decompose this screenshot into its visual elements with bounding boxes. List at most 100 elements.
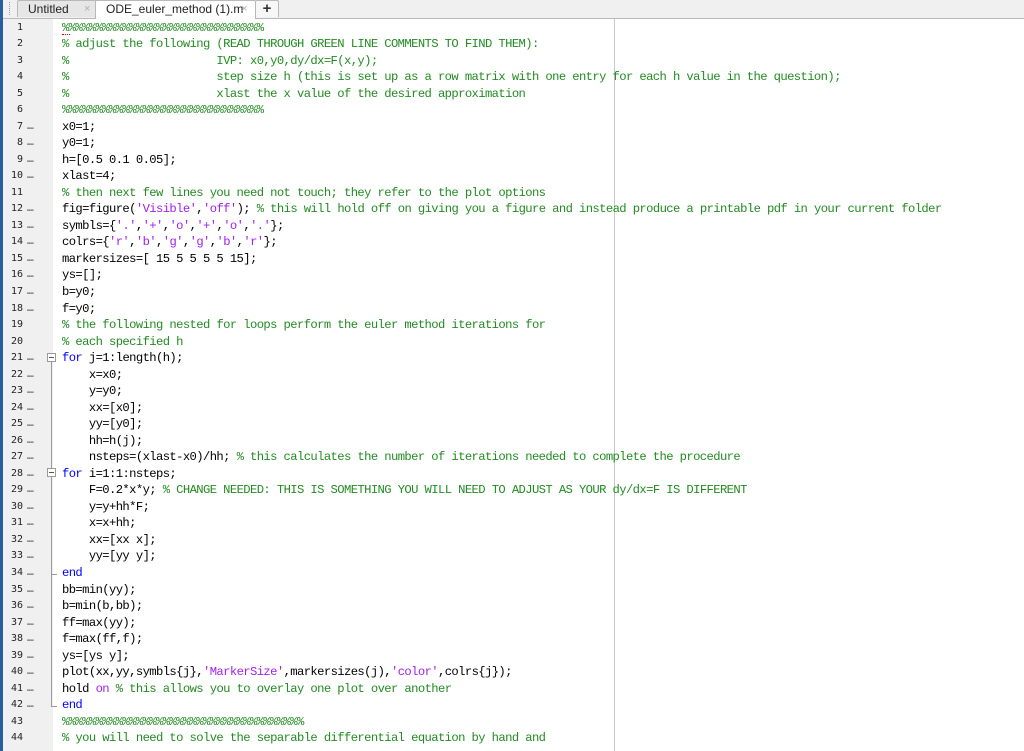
breakpoint-marker[interactable]: – xyxy=(27,135,34,151)
breakpoint-marker[interactable]: – xyxy=(27,697,34,713)
code-line[interactable]: 28– for i=1:1:nsteps; xyxy=(0,466,1024,483)
breakpoint-marker[interactable]: – xyxy=(27,466,34,482)
line-number[interactable]: 14 xyxy=(3,234,23,250)
code-line[interactable]: 33– yy=[yy y]; xyxy=(0,548,1024,565)
code-line[interactable]: 23– y=y0; xyxy=(0,383,1024,400)
breakpoint-marker[interactable]: – xyxy=(27,416,34,432)
code-line[interactable]: 39– ys=[ys y]; xyxy=(0,648,1024,665)
code-line[interactable]: 30– y=y+hh*F; xyxy=(0,499,1024,516)
line-number[interactable]: 20 xyxy=(3,334,23,350)
line-number[interactable]: 41 xyxy=(3,681,23,697)
line-number[interactable]: 32 xyxy=(3,532,23,548)
breakpoint-marker[interactable]: – xyxy=(27,499,34,515)
line-number[interactable]: 24 xyxy=(3,400,23,416)
new-tab-button[interactable]: + xyxy=(255,0,279,17)
line-number[interactable]: 28 xyxy=(3,466,23,482)
breakpoint-marker[interactable]: – xyxy=(27,218,34,234)
code-line[interactable]: 6%%%%%%%%%%%%%%%%%%%%%%%%%%%%%% xyxy=(0,102,1024,119)
line-number[interactable]: 10 xyxy=(3,168,23,184)
breakpoint-marker[interactable]: – xyxy=(27,152,34,168)
breakpoint-marker[interactable]: – xyxy=(27,400,34,416)
line-number[interactable]: 31 xyxy=(3,515,23,531)
close-icon[interactable]: × xyxy=(241,1,247,18)
breakpoint-marker[interactable]: – xyxy=(27,598,34,614)
breakpoint-marker[interactable]: – xyxy=(27,284,34,300)
code-line[interactable]: 35– bb=min(yy); xyxy=(0,582,1024,599)
breakpoint-marker[interactable]: – xyxy=(27,168,34,184)
line-number[interactable]: 25 xyxy=(3,416,23,432)
breakpoint-marker[interactable]: – xyxy=(27,201,34,217)
code-line[interactable]: 17– b=y0; xyxy=(0,284,1024,301)
code-line[interactable]: 10– xlast=4; xyxy=(0,168,1024,185)
breakpoint-marker[interactable]: – xyxy=(27,615,34,631)
line-number[interactable]: 37 xyxy=(3,615,23,631)
tab-untitled[interactable]: Untitled × xyxy=(17,0,100,17)
line-number[interactable]: 27 xyxy=(3,449,23,465)
breakpoint-marker[interactable]: – xyxy=(27,532,34,548)
code-line[interactable]: 24– xx=[x0]; xyxy=(0,400,1024,417)
line-number[interactable]: 30 xyxy=(3,499,23,515)
code-line[interactable]: 36– b=min(b,bb); xyxy=(0,598,1024,615)
breakpoint-marker[interactable]: – xyxy=(27,267,34,283)
code-line[interactable]: 19 % the following nested for loops perfo… xyxy=(0,317,1024,334)
code-line[interactable]: 13– symbls={'.','+','o','+','o','.'}; xyxy=(0,218,1024,235)
line-number[interactable]: 8 xyxy=(3,135,23,151)
code-line[interactable]: 29– F=0.2*x*y; % CHANGE NEEDED: THIS IS … xyxy=(0,482,1024,499)
code-line[interactable]: 32– xx=[xx x]; xyxy=(0,532,1024,549)
line-number[interactable]: 35 xyxy=(3,582,23,598)
line-number[interactable]: 1 xyxy=(3,20,23,36)
line-number[interactable]: 40 xyxy=(3,664,23,680)
breakpoint-marker[interactable]: – xyxy=(27,350,34,366)
line-number[interactable]: 12 xyxy=(3,201,23,217)
line-number[interactable]: 4 xyxy=(3,69,23,85)
breakpoint-marker[interactable]: – xyxy=(27,234,34,250)
breakpoint-marker[interactable]: – xyxy=(27,582,34,598)
line-number[interactable]: 33 xyxy=(3,548,23,564)
line-number[interactable]: 18 xyxy=(3,301,23,317)
breakpoint-marker[interactable]: – xyxy=(27,515,34,531)
code-line[interactable]: 20 % each specified h xyxy=(0,334,1024,351)
code-line[interactable]: 11 % then next few lines you need not tou… xyxy=(0,185,1024,202)
breakpoint-marker[interactable]: – xyxy=(27,251,34,267)
code-line[interactable]: 15– markersizes=[ 15 5 5 5 5 15]; xyxy=(0,251,1024,268)
line-number[interactable]: 38 xyxy=(3,631,23,647)
line-number[interactable]: 21 xyxy=(3,350,23,366)
tab-bar-gripper[interactable] xyxy=(9,2,13,15)
code-line[interactable]: 2 % adjust the following (READ THROUGH GR… xyxy=(0,36,1024,53)
code-line[interactable]: 16– ys=[]; xyxy=(0,267,1024,284)
line-number[interactable]: 23 xyxy=(3,383,23,399)
code-line[interactable]: 8– y0=1; xyxy=(0,135,1024,152)
line-number[interactable]: 26 xyxy=(3,433,23,449)
code-line[interactable]: 1%%%%%%%%%%%%%%%%%%%%%%%%%%%%%% xyxy=(0,20,1024,37)
line-number[interactable]: 15 xyxy=(3,251,23,267)
breakpoint-marker[interactable]: – xyxy=(27,383,34,399)
line-number[interactable]: 3 xyxy=(3,53,23,69)
line-number[interactable]: 7 xyxy=(3,119,23,135)
breakpoint-marker[interactable]: – xyxy=(27,631,34,647)
line-number[interactable]: 39 xyxy=(3,648,23,664)
code-line[interactable]: 31– x=x+hh; xyxy=(0,515,1024,532)
code-line[interactable]: 43%%%%%%%%%%%%%%%%%%%%%%%%%%%%%%%%%%%% xyxy=(0,714,1024,731)
breakpoint-marker[interactable]: – xyxy=(27,681,34,697)
code-line[interactable]: 44 % you will need to solve the separable… xyxy=(0,730,1024,747)
line-number[interactable]: 42 xyxy=(3,697,23,713)
code-line[interactable]: 41– hold on % this allows you to overlay … xyxy=(0,681,1024,698)
breakpoint-marker[interactable]: – xyxy=(27,367,34,383)
fold-toggle-icon[interactable] xyxy=(47,468,56,477)
code-line[interactable]: 9– h=[0.5 0.1 0.05]; xyxy=(0,152,1024,169)
line-number[interactable]: 29 xyxy=(3,482,23,498)
breakpoint-marker[interactable]: – xyxy=(27,433,34,449)
code-line[interactable]: 38– f=max(ff,f); xyxy=(0,631,1024,648)
code-line[interactable]: 22– x=x0; xyxy=(0,367,1024,384)
breakpoint-marker[interactable]: – xyxy=(27,548,34,564)
code-line[interactable]: 12– fig=figure('Visible','off'); % this w… xyxy=(0,201,1024,218)
code-line[interactable]: 18– f=y0; xyxy=(0,301,1024,318)
breakpoint-marker[interactable]: – xyxy=(27,565,34,581)
line-number[interactable]: 43 xyxy=(3,714,23,730)
line-number[interactable]: 36 xyxy=(3,598,23,614)
breakpoint-marker[interactable]: – xyxy=(27,648,34,664)
code-line[interactable]: 5 % xlast the x value of the desired appr… xyxy=(0,86,1024,103)
line-number[interactable]: 6 xyxy=(3,102,23,118)
code-line[interactable]: 27– nsteps=(xlast-x0)/hh; % this calcula… xyxy=(0,449,1024,466)
breakpoint-marker[interactable]: – xyxy=(27,119,34,135)
